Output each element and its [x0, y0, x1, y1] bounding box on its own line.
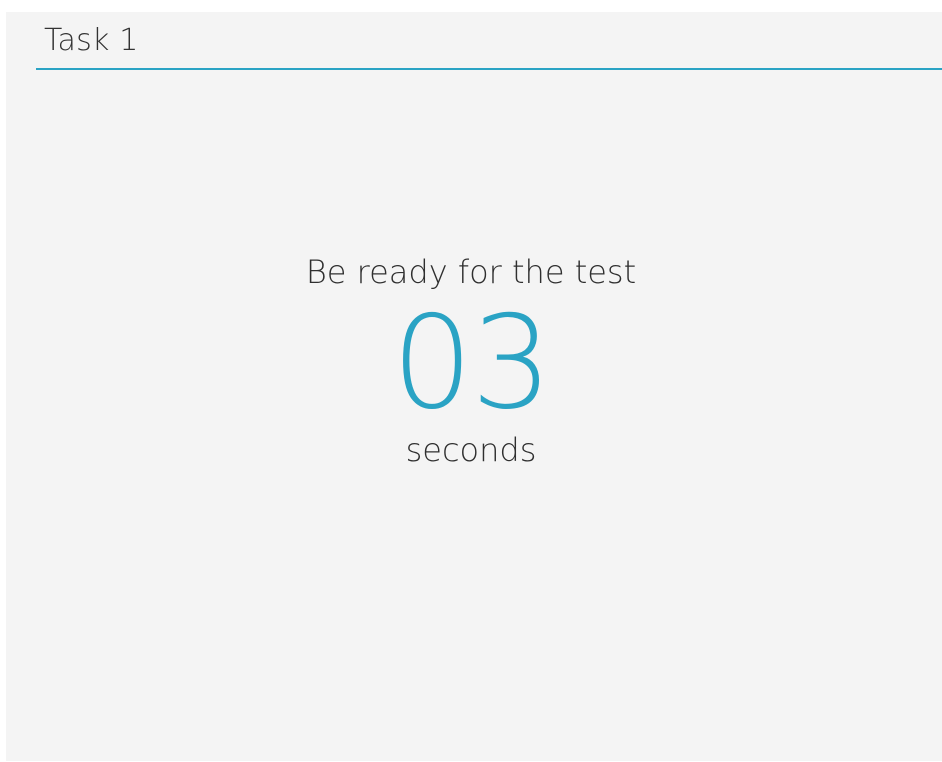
- ready-message: Be ready for the test: [305, 253, 637, 291]
- countdown-unit: seconds: [405, 431, 537, 469]
- task-title: Task 1: [44, 23, 139, 58]
- countdown-value: 03: [391, 289, 553, 438]
- countdown-block: Be ready for the test 03 seconds: [0, 256, 942, 466]
- task-header: Task 1: [36, 12, 942, 70]
